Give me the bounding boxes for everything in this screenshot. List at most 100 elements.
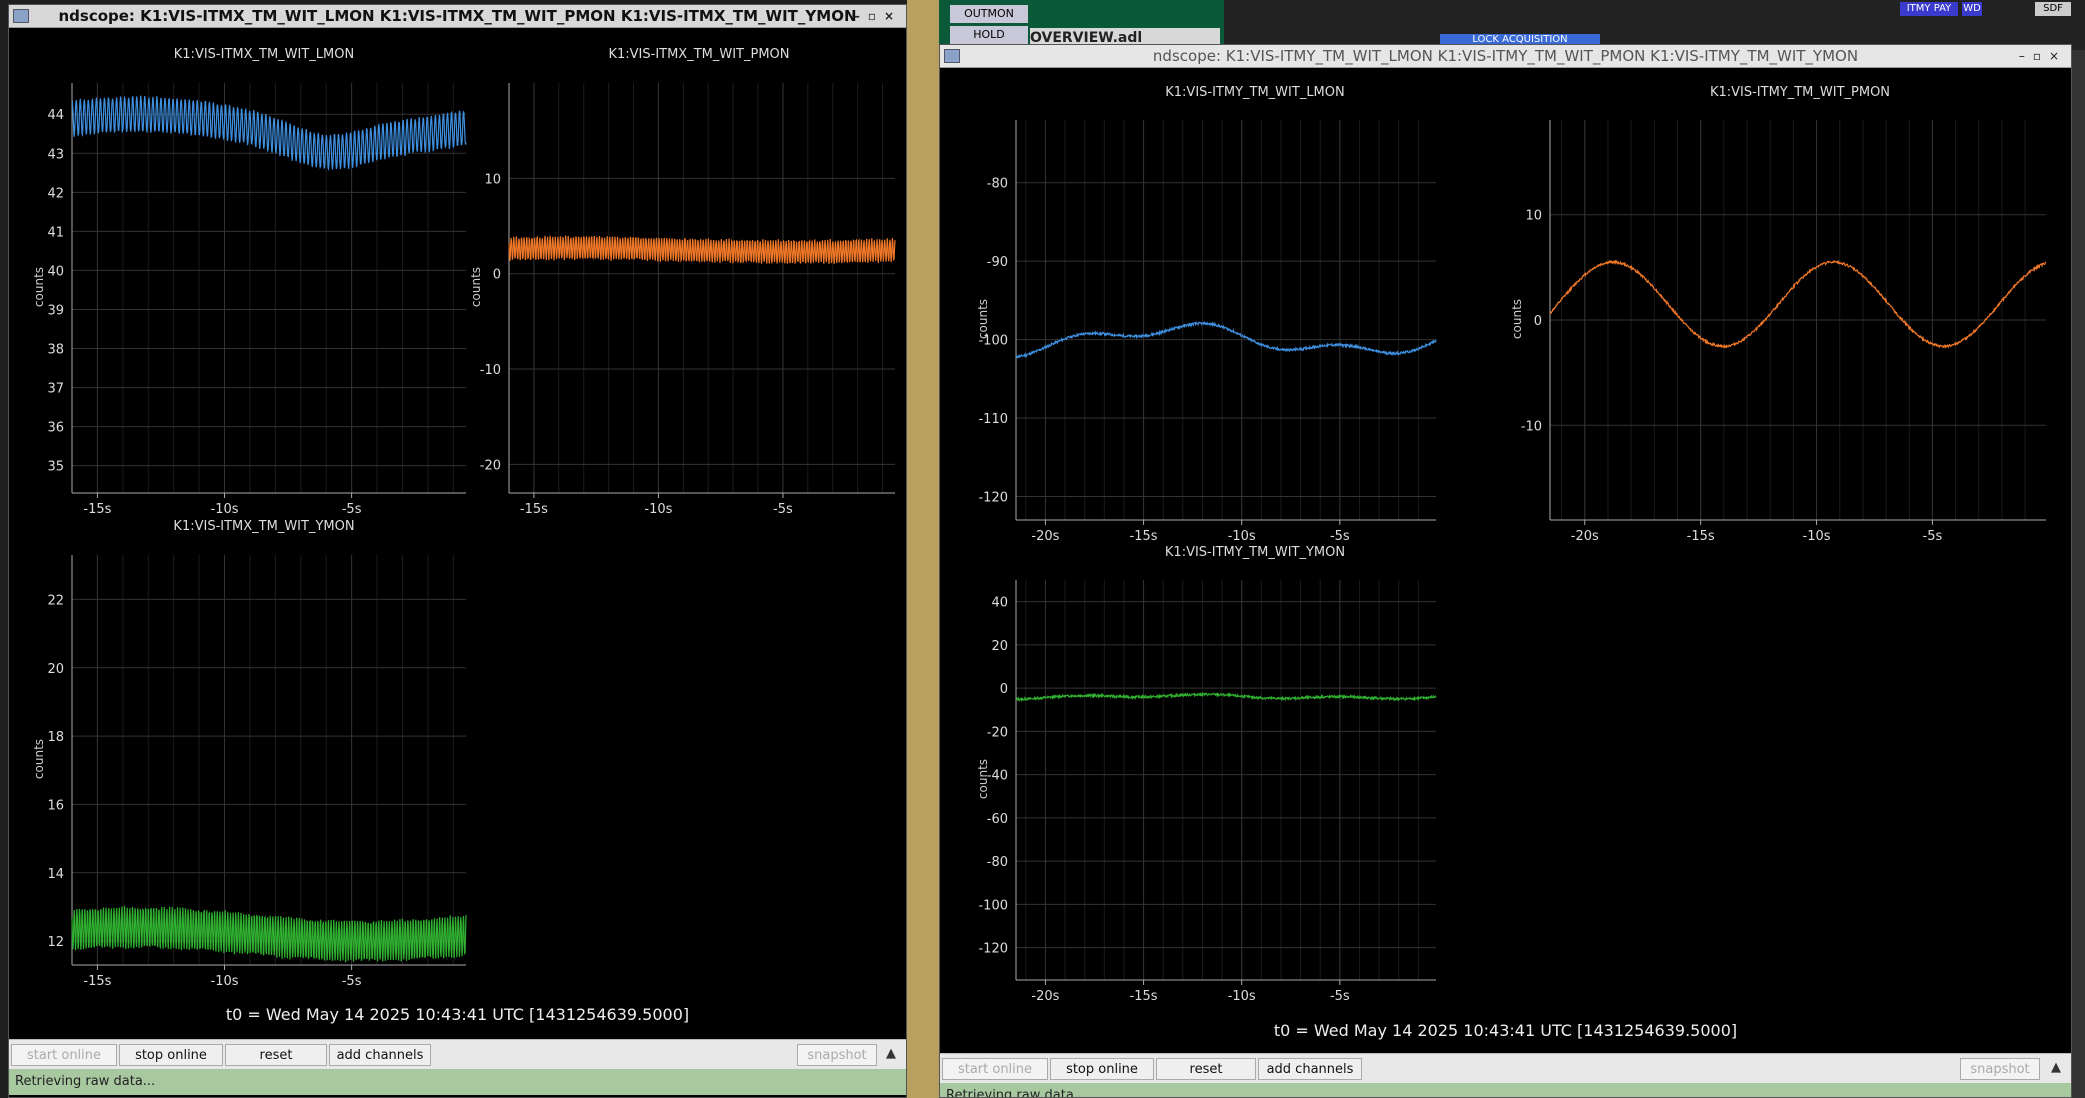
window-menu-icon[interactable]	[13, 9, 29, 23]
signal-trace	[1015, 691, 1437, 703]
x-tick-label: -10s	[644, 502, 672, 517]
x-tick-label: -10s	[1803, 529, 1831, 544]
plot-title: K1:VIS-ITMY_TM_WIT_YMON	[1164, 545, 1346, 560]
x-tick-label: -15s	[1687, 529, 1715, 544]
x-tick-label: -15s	[83, 974, 111, 989]
x-tick-label: -15s	[1130, 989, 1158, 1004]
snapshot-button[interactable]: snapshot	[1960, 1058, 2040, 1080]
plot-title: K1:VIS-ITMX_TM_WIT_YMON	[173, 519, 355, 534]
ndscope-window-itmx[interactable]: ndscope: K1:VIS-ITMX_TM_WIT_LMON K1:VIS-…	[8, 4, 907, 1098]
x-tick-label: -15s	[1130, 529, 1158, 544]
plot-area[interactable]: 40 20 0 -20 -40 -60 -80 -100 -120 -20s -15s -10s -5s	[978, 580, 1437, 1014]
y-tick-label: 35	[47, 460, 64, 475]
window-title: ndscope: K1:VIS-ITMY_TM_WIT_LMON K1:VIS-…	[1152, 47, 1859, 65]
y-tick-label: 20	[47, 662, 64, 677]
x-tick-label: -10s	[211, 974, 239, 989]
y-tick-label: -120	[978, 942, 1008, 957]
background-wd-label: WD	[1962, 2, 1982, 16]
plot-title: K1:VIS-ITMY_TM_WIT_LMON	[1165, 85, 1345, 100]
start-button[interactable]: start online	[942, 1058, 1048, 1080]
x-tick-label: -5s	[773, 502, 793, 517]
status-bar: Retrieving raw data...	[940, 1083, 2071, 1097]
x-tick-label: -5s	[342, 502, 362, 517]
background-outmon-label: OUTMON	[950, 5, 1028, 23]
plot-area[interactable]: -80 -90 -100 -110 -120 -20s -15s -10s -5s	[978, 120, 1437, 554]
y-tick-label: 14	[47, 867, 64, 882]
plot-title: K1:VIS-ITMX_TM_WIT_LMON	[173, 47, 355, 62]
x-tick-label: -5s	[342, 974, 362, 989]
y-tick-label: 40	[47, 264, 64, 279]
plot-canvas[interactable]: 40 20 0 -20 -40 -60 -80 -100 -120 -20s -15s -10s -5s	[978, 580, 1437, 1010]
plot-canvas[interactable]: 44 43 42 41 40 39 38 37 36 35 -15s -10s -5s	[47, 83, 467, 523]
background-hold-output-label: HOLD OUTPUT	[950, 26, 1028, 59]
add-button[interactable]: add channels	[1258, 1058, 1362, 1080]
plot-area[interactable]: 10 0 -10 -20 -15s -10s -5s	[480, 83, 896, 527]
collapse-arrow-icon[interactable]: ▲	[2051, 1060, 2061, 1075]
ndscope-window-itmy[interactable]: ndscope: K1:VIS-ITMY_TM_WIT_LMON K1:VIS-…	[939, 44, 2072, 1098]
plot-area[interactable]: 10 0 -10 -20s -15s -10s -5s	[1521, 120, 2047, 554]
y-tick-label: 22	[47, 593, 64, 608]
background-sdf-label: SDF	[2035, 2, 2071, 16]
y-tick-label: 0	[1534, 314, 1542, 329]
plot-title: K1:VIS-ITMX_TM_WIT_PMON	[608, 47, 790, 62]
signal-trace	[508, 235, 896, 265]
y-tick-label: -90	[987, 255, 1008, 270]
plot-area[interactable]: 44 43 42 41 40 39 38 37 36 35 -15s -10s -5s	[47, 83, 467, 527]
plot-ylabel: counts	[32, 738, 46, 780]
x-tick-label: -15s	[520, 502, 548, 517]
bottom-toolbar: start online stop online reset add channels…	[9, 1039, 906, 1070]
y-tick-label: -100	[978, 898, 1008, 913]
window-title-bar[interactable]: ndscope: K1:VIS-ITMX_TM_WIT_LMON K1:VIS-…	[9, 5, 906, 28]
reset-button[interactable]: reset	[225, 1044, 327, 1066]
x-tick-label: -10s	[1228, 989, 1256, 1004]
y-tick-label: -40	[987, 769, 1008, 784]
y-tick-label: -10	[1521, 419, 1542, 434]
window-menu-icon[interactable]	[944, 49, 960, 63]
y-tick-label: 39	[47, 303, 64, 318]
plot-canvas[interactable]: 22 20 18 16 14 12 -15s -10s -5s	[47, 555, 467, 995]
x-tick-label: -20s	[1571, 529, 1599, 544]
plot-title: K1:VIS-ITMY_TM_WIT_PMON	[1709, 85, 1891, 100]
add-button[interactable]: add channels	[329, 1044, 431, 1066]
y-tick-label: 42	[47, 186, 64, 201]
plot-ylabel: counts	[32, 266, 46, 308]
y-tick-label: -10	[480, 363, 501, 378]
y-tick-label: 16	[47, 798, 64, 813]
plot-canvas[interactable]: -80 -90 -100 -110 -120 -20s -15s -10s -5s	[978, 120, 1437, 550]
y-tick-label: 38	[47, 343, 64, 358]
x-tick-label: -20s	[1031, 989, 1059, 1004]
y-tick-label: -80	[987, 177, 1008, 192]
reset-button[interactable]: reset	[1156, 1058, 1256, 1080]
window-controls-icon[interactable]: –▫×	[2019, 45, 2067, 67]
window-title-bar[interactable]: ndscope: K1:VIS-ITMY_TM_WIT_LMON K1:VIS-…	[940, 45, 2071, 68]
x-tick-label: -10s	[1228, 529, 1256, 544]
stop-button[interactable]: stop online	[1050, 1058, 1154, 1080]
x-tick-label: -20s	[1031, 529, 1059, 544]
signal-trace	[71, 905, 467, 963]
snapshot-button[interactable]: snapshot	[797, 1044, 877, 1066]
y-tick-label: 43	[47, 147, 64, 162]
t0-label: t0 = Wed May 14 2025 10:43:41 UTC [14312…	[1273, 1021, 1738, 1040]
y-tick-label: -120	[978, 490, 1008, 505]
y-tick-label: -110	[978, 412, 1008, 427]
stop-button[interactable]: stop online	[119, 1044, 223, 1066]
background-itmy-label: ITMY PAY	[1900, 2, 1958, 16]
y-tick-label: 41	[47, 225, 64, 240]
y-tick-label: 20	[991, 639, 1008, 654]
plot-canvas[interactable]: 10 0 -10 -20 -15s -10s -5s	[480, 83, 896, 523]
plot-canvas[interactable]: 10 0 -10 -20s -15s -10s -5s	[1521, 120, 2047, 550]
plot-area[interactable]: 22 20 18 16 14 12 -15s -10s -5s	[47, 555, 467, 999]
y-tick-label: -80	[987, 855, 1008, 870]
window-title: ndscope: K1:VIS-ITMX_TM_WIT_LMON K1:VIS-…	[58, 7, 857, 25]
y-tick-label: 10	[1525, 209, 1542, 224]
x-tick-label: -5s	[1330, 989, 1350, 1004]
y-tick-label: -60	[987, 812, 1008, 827]
window-controls-icon[interactable]: –▫×	[854, 5, 902, 27]
start-button[interactable]: start online	[11, 1044, 117, 1066]
y-tick-label: -20	[987, 725, 1008, 740]
x-tick-label: -15s	[83, 502, 111, 517]
x-tick-label: -5s	[1923, 529, 1943, 544]
collapse-arrow-icon[interactable]: ▲	[886, 1046, 896, 1061]
y-tick-label: 18	[47, 730, 64, 745]
y-tick-label: 37	[47, 382, 64, 397]
